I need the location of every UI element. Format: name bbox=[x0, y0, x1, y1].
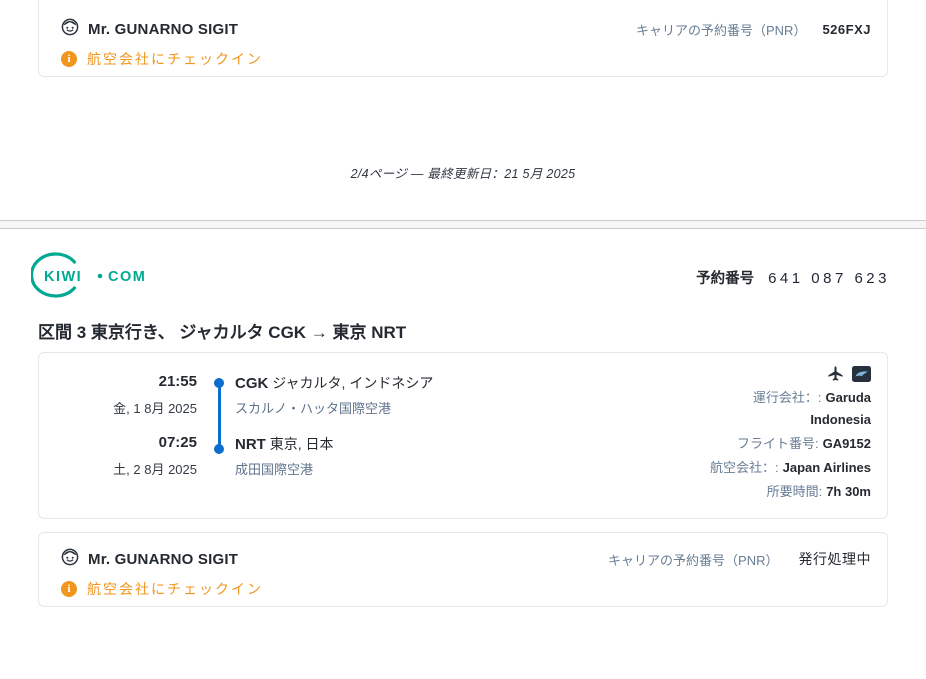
departure-station: CGK ジャカルタ, インドネシア bbox=[235, 373, 433, 393]
carrier-pnr-label: キャリアの予約番号（PNR） bbox=[608, 550, 778, 569]
arrival-station: NRT 東京, 日本 bbox=[235, 434, 334, 454]
booking-reference: 予約番号 641 087 623 bbox=[696, 267, 890, 288]
carrier-pnr: キャリアの予約番号（PNR） 発行処理中 bbox=[608, 549, 871, 569]
booking-reference-number: 641 087 623 bbox=[768, 270, 890, 287]
flight-card: 21:55 金, 1 8月 2025 07:25 土, 2 8月 2025 CG… bbox=[38, 352, 888, 519]
logo-text-kiwi: KIWI bbox=[44, 269, 82, 285]
carrier-pnr-label: キャリアの予約番号（PNR） bbox=[636, 20, 806, 39]
checkin-notice: 航空会社にチェックイン bbox=[87, 579, 263, 599]
checkin-notice-row: i 航空会社にチェックイン bbox=[61, 577, 871, 601]
carrier-pnr: キャリアの予約番号（PNR） 526FXJ bbox=[636, 20, 871, 39]
departure-airport: スカルノ・ハッタ国際空港 bbox=[235, 398, 391, 417]
kiwi-logo-icon: KIWI COM bbox=[31, 252, 147, 298]
arrival-airport: 成田国際空港 bbox=[235, 459, 313, 478]
departure-station-code: CGK bbox=[235, 375, 268, 392]
passenger-identity: Mr. GUNARNO SIGIT bbox=[61, 18, 238, 41]
carrier-info: 運行会社：:Garuda Indonesia フライト番号: GA9152 航空会… bbox=[671, 367, 871, 503]
page-footer: 2/4ページ — 最終更新日：21 5月 2025 bbox=[0, 163, 926, 182]
carrier-pnr-status: 発行処理中 bbox=[799, 549, 872, 569]
operating-carrier-label: 運行会社：: bbox=[753, 390, 822, 405]
arrival-date: 土, 2 8月 2025 bbox=[39, 459, 197, 478]
departure-city: ジャカルタ, インドネシア bbox=[272, 375, 433, 391]
info-icon: i bbox=[61, 581, 77, 597]
duration-label: 所要時間: bbox=[767, 484, 823, 499]
logo-text-com: COM bbox=[108, 269, 146, 285]
carrier-icons bbox=[827, 367, 871, 385]
flight-detail-row: フライト番号: GA9152 bbox=[737, 433, 871, 455]
booking-reference-label: 予約番号 bbox=[696, 267, 754, 288]
flight-detail-row: 所要時間:7h 30m bbox=[767, 481, 871, 503]
passenger-card-top: Mr. GUNARNO SIGIT キャリアの予約番号（PNR） 526FXJ … bbox=[38, 0, 888, 77]
passenger-name: Mr. GUNARNO SIGIT bbox=[88, 551, 238, 568]
segment-title: 区間 3 東京行き、 ジャカルタ CGK → 東京 NRT bbox=[38, 318, 406, 343]
logo-dot-icon bbox=[98, 274, 103, 279]
passenger-name: Mr. GUNARNO SIGIT bbox=[88, 21, 238, 38]
passenger-card-bottom: Mr. GUNARNO SIGIT キャリアの予約番号（PNR） 発行処理中 i… bbox=[38, 532, 888, 607]
passenger-row: Mr. GUNARNO SIGIT キャリアの予約番号（PNR） 発行処理中 bbox=[61, 547, 871, 571]
flight-detail-row: 航空会社：: Japan Airlines bbox=[710, 457, 871, 479]
arrival-city: 東京, 日本 bbox=[270, 436, 334, 452]
page-break-divider bbox=[0, 220, 926, 229]
passenger-row: Mr. GUNARNO SIGIT キャリアの予約番号（PNR） 526FXJ bbox=[61, 17, 871, 41]
arrival-time: 07:25 bbox=[39, 434, 197, 451]
arrival-station-code: NRT bbox=[235, 436, 266, 453]
airline-value: Japan Airlines bbox=[783, 460, 871, 475]
departure-time: 21:55 bbox=[39, 373, 197, 390]
checkin-notice-row: i 航空会社にチェックイン bbox=[61, 47, 871, 71]
passenger-avatar-icon bbox=[61, 18, 79, 41]
duration-value: 7h 30m bbox=[826, 484, 871, 499]
checkin-notice: 航空会社にチェックイン bbox=[87, 49, 263, 69]
airplane-icon bbox=[827, 365, 844, 387]
itinerary-document: Mr. GUNARNO SIGIT キャリアの予約番号（PNR） 526FXJ … bbox=[0, 0, 926, 679]
flight-detail-row: 運行会社：:Garuda Indonesia bbox=[696, 387, 871, 431]
carrier-pnr-value: 526FXJ bbox=[822, 22, 871, 37]
passenger-identity: Mr. GUNARNO SIGIT bbox=[61, 548, 238, 571]
airline-label: 航空会社：: bbox=[710, 460, 779, 475]
info-icon: i bbox=[61, 51, 77, 67]
timeline-line bbox=[218, 383, 221, 449]
kiwi-com-logo: KIWI COM bbox=[31, 252, 147, 303]
garuda-indonesia-logo-icon bbox=[852, 366, 871, 387]
flight-number-label: フライト番号: bbox=[737, 436, 819, 451]
departure-date: 金, 1 8月 2025 bbox=[39, 398, 197, 417]
timeline-arrival-dot-icon bbox=[214, 444, 224, 454]
flight-number-value: GA9152 bbox=[823, 436, 871, 451]
passenger-avatar-icon bbox=[61, 548, 79, 571]
